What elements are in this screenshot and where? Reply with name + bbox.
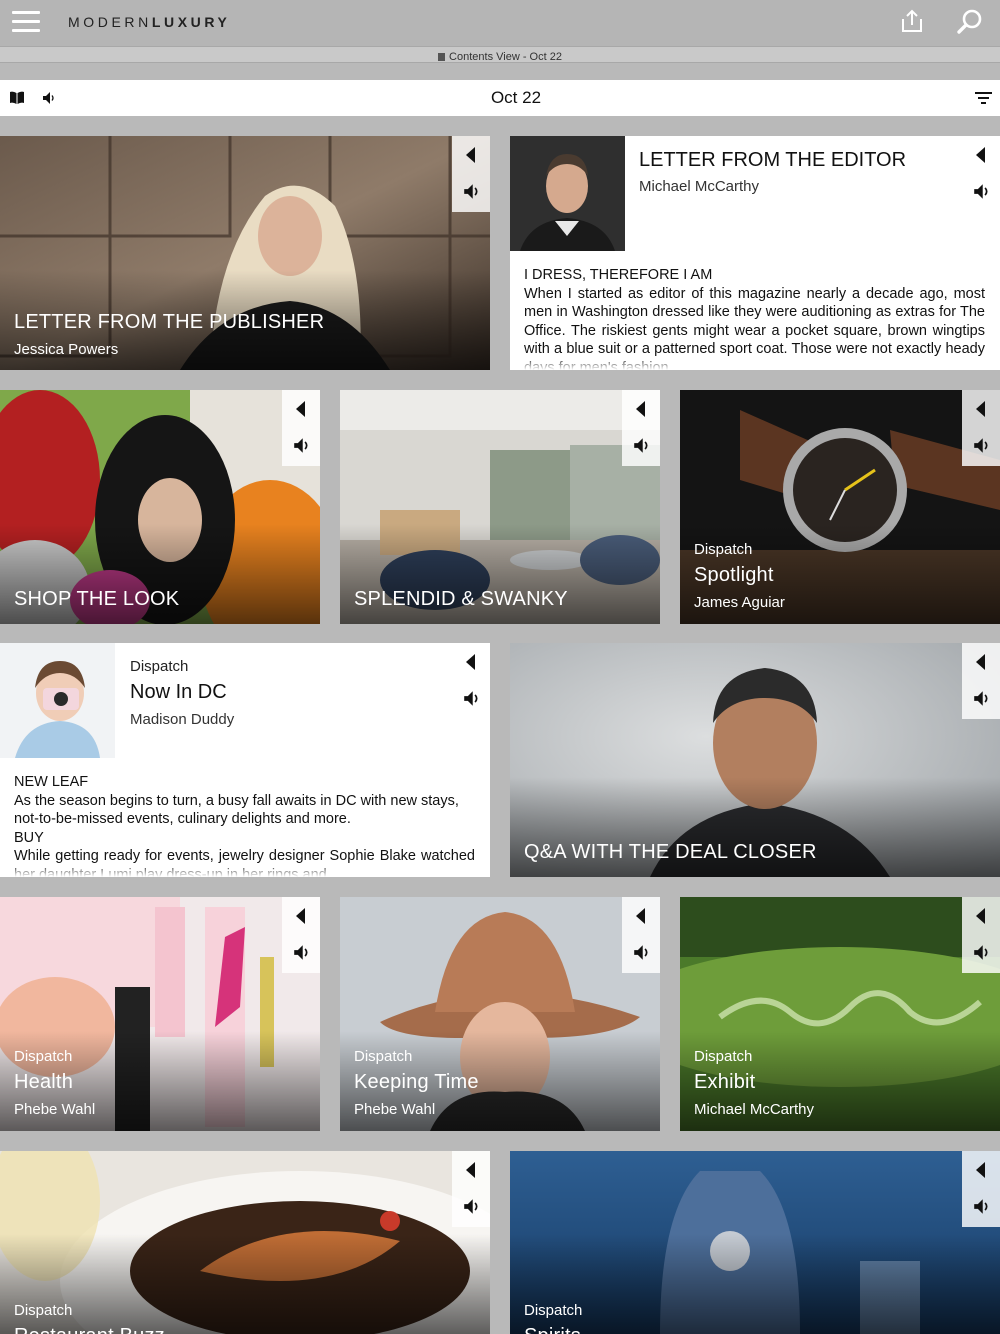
issue-title: Oct 22 <box>490 88 542 107</box>
speaker-icon[interactable] <box>463 183 480 200</box>
article-title: Spotlight <box>694 564 774 586</box>
article-title: LETTER FROM THE EDITOR <box>639 149 907 171</box>
article-author: Michael McCarthy <box>694 1101 815 1118</box>
brand-logo: MODERNLUXURY <box>68 14 231 30</box>
child-camera-photo <box>0 643 115 758</box>
back-triangle-icon[interactable] <box>636 401 645 417</box>
tile-controls <box>452 1151 490 1227</box>
tile-controls <box>622 390 660 466</box>
document-icon <box>438 53 446 61</box>
speaker-icon[interactable] <box>293 437 310 454</box>
article-title: SPLENDID & SWANKY <box>354 588 568 610</box>
tile-controls <box>962 897 1000 973</box>
tile-controls <box>282 897 320 973</box>
excerpt-fade <box>510 356 1000 370</box>
speaker-icon[interactable] <box>973 1198 990 1215</box>
article-tile-shop-the-look[interactable]: SHOP THE LOOK <box>0 390 320 624</box>
hamburger-icon[interactable] <box>12 10 40 34</box>
article-kicker: Dispatch <box>694 541 753 558</box>
article-tile-splendid-swanky[interactable]: SPLENDID & SWANKY <box>340 390 660 624</box>
article-tile-letter-from-editor[interactable]: LETTER FROM THE EDITOR Michael McCarthy … <box>510 136 1000 370</box>
article-tile-qa-deal-closer[interactable]: Q&A WITH THE DEAL CLOSER <box>510 643 1000 877</box>
contents-view-label: Contents View - Oct 22 <box>449 51 562 63</box>
article-tile-now-in-dc[interactable]: Dispatch Now In DC Madison Duddy NEW LEA… <box>0 643 490 877</box>
back-triangle-icon[interactable] <box>296 401 305 417</box>
top-navigation-bar: MODERNLUXURY <box>0 0 1000 46</box>
excerpt-fade <box>0 863 490 877</box>
article-kicker: Dispatch <box>14 1048 73 1065</box>
contents-view-bar: Contents View - Oct 22 <box>0 46 1000 63</box>
article-author: James Aguiar <box>694 594 785 611</box>
back-triangle-icon[interactable] <box>466 654 475 670</box>
share-icon[interactable] <box>899 8 925 34</box>
excerpt-heading: BUY <box>14 829 44 846</box>
article-tile-letter-from-publisher[interactable]: LETTER FROM THE PUBLISHER Jessica Powers <box>0 136 490 370</box>
tile-controls <box>282 390 320 466</box>
article-author: Jessica Powers <box>14 341 119 358</box>
article-kicker: Dispatch <box>354 1048 413 1065</box>
excerpt-heading: NEW LEAF <box>14 774 89 790</box>
tile-controls <box>962 390 1000 466</box>
article-title: Restaurant Buzz <box>14 1325 165 1334</box>
speaker-icon[interactable] <box>973 944 990 961</box>
tile-controls <box>452 643 490 719</box>
article-author: Phebe Wahl <box>14 1101 96 1118</box>
tile-controls <box>962 136 1000 212</box>
excerpt-body: As the season begins to turn, a busy fal… <box>14 792 459 828</box>
article-excerpt: NEW LEAF As the season begins to turn, a… <box>14 773 475 877</box>
tile-controls <box>962 1151 1000 1227</box>
back-triangle-icon[interactable] <box>296 908 305 924</box>
speaker-icon[interactable] <box>463 1198 480 1215</box>
back-triangle-icon[interactable] <box>976 654 985 670</box>
speaker-icon[interactable] <box>293 944 310 961</box>
speaker-icon[interactable] <box>973 183 990 200</box>
speaker-icon[interactable] <box>463 690 480 707</box>
speaker-icon[interactable] <box>633 437 650 454</box>
speaker-icon[interactable] <box>973 690 990 707</box>
tile-controls <box>962 643 1000 719</box>
editor-portrait <box>510 136 625 251</box>
filter-icon[interactable] <box>975 92 992 105</box>
tile-controls <box>452 136 490 212</box>
tile-controls <box>622 897 660 973</box>
article-tile-health[interactable]: Dispatch Health Phebe Wahl <box>0 897 320 1131</box>
article-title: Q&A WITH THE DEAL CLOSER <box>524 841 817 863</box>
article-author: Madison Duddy <box>130 711 235 728</box>
article-title: Health <box>14 1071 74 1093</box>
caption-gradient <box>0 1234 490 1334</box>
article-author: Phebe Wahl <box>354 1101 436 1118</box>
article-title: SHOP THE LOOK <box>14 588 180 610</box>
article-title: Spirits <box>524 1325 581 1334</box>
speaker-icon[interactable] <box>633 944 650 961</box>
article-title: Now In DC <box>130 681 227 703</box>
article-tile-exhibit[interactable]: Dispatch Exhibit Michael McCarthy <box>680 897 1000 1131</box>
back-triangle-icon[interactable] <box>976 401 985 417</box>
back-triangle-icon[interactable] <box>976 908 985 924</box>
caption-gradient <box>510 1234 1000 1334</box>
article-tile-keeping-time[interactable]: Dispatch Keeping Time Phebe Wahl <box>340 897 660 1131</box>
article-title: LETTER FROM THE PUBLISHER <box>14 311 325 333</box>
article-tile-restaurant-buzz[interactable]: Dispatch Restaurant Buzz <box>0 1151 490 1334</box>
article-kicker: Dispatch <box>524 1302 583 1319</box>
article-kicker: Dispatch <box>694 1048 753 1065</box>
article-author: Michael McCarthy <box>639 178 760 195</box>
back-triangle-icon[interactable] <box>636 908 645 924</box>
back-triangle-icon[interactable] <box>466 147 475 163</box>
speaker-icon[interactable] <box>973 437 990 454</box>
back-triangle-icon[interactable] <box>466 1162 475 1178</box>
article-kicker: Dispatch <box>14 1302 73 1319</box>
article-tile-spotlight[interactable]: Dispatch Spotlight James Aguiar <box>680 390 1000 624</box>
search-icon[interactable] <box>956 8 984 36</box>
article-excerpt: I DRESS, THEREFORE I AM When I started a… <box>524 266 985 370</box>
article-tile-spirits[interactable]: Dispatch Spirits <box>510 1151 1000 1334</box>
back-triangle-icon[interactable] <box>976 147 985 163</box>
article-kicker: Dispatch <box>130 658 189 675</box>
issue-toolbar: Oct 22 <box>0 80 1000 116</box>
article-title: Exhibit <box>694 1071 756 1093</box>
article-title: Keeping Time <box>354 1071 479 1093</box>
back-triangle-icon[interactable] <box>976 1162 985 1178</box>
excerpt-heading: I DRESS, THEREFORE I AM <box>524 267 713 283</box>
